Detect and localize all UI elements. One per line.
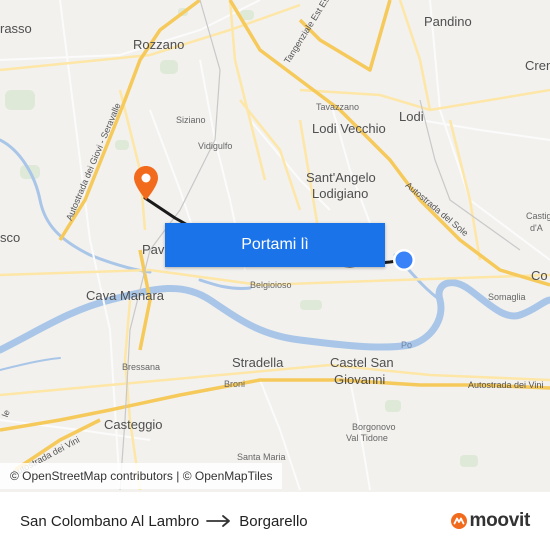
moovit-logo-icon: [450, 513, 467, 529]
map-label-somaglia: Somaglia: [488, 292, 526, 302]
map-label-cava-manara: Cava Manara: [86, 288, 165, 303]
map-label-tavazzano: Tavazzano: [316, 102, 360, 112]
map-label-santangelo-2: Lodigiano: [312, 186, 369, 201]
map-label-santangelo-1: Sant'Angelo: [306, 170, 376, 185]
map-view[interactable]: Pandino Crem Rozzano rasso Tangenziale E…: [0, 0, 550, 492]
route-footer: San Colombano Al Lambro Borgarello moovi…: [0, 492, 550, 550]
map-label-siziano: Siziano: [176, 115, 206, 125]
map-label-vidigulfo: Vidigulfo: [198, 141, 233, 151]
map-label-castel-san-giovanni-1: Castel San: [330, 355, 394, 370]
map-label-lodi: Lodi: [399, 109, 424, 124]
attribution-text[interactable]: © OpenStreetMap contributors | © OpenMap…: [10, 469, 272, 483]
map-label-bressana: Bressana: [122, 362, 161, 372]
map-label-lodi-vecchio: Lodi Vecchio: [312, 121, 386, 136]
map-label-castiglione-1: Castig: [526, 211, 550, 221]
map-label-casteggio: Casteggio: [104, 417, 163, 432]
moovit-logo: moovit: [450, 492, 530, 550]
map-attribution: © OpenStreetMap contributors | © OpenMap…: [0, 463, 283, 489]
origin-name: San Colombano Al Lambro: [20, 512, 200, 530]
map-label-santa-maria: Santa Maria: [237, 452, 286, 462]
map-label-rozzano: Rozzano: [133, 37, 185, 52]
take-me-there-button[interactable]: Portami lì: [165, 223, 385, 267]
map-label-belgioioso: Belgioioso: [250, 280, 292, 290]
map-label-castel-san-giovanni-2: Giovanni: [334, 372, 386, 387]
destination-pin-icon[interactable]: [134, 166, 158, 200]
map-label-borgonovo-1: Borgonovo: [352, 422, 396, 432]
arrow-right-icon: [206, 515, 231, 527]
map-label-autostrada-vini-right: Autostrada dei Vini: [468, 380, 544, 390]
map-label-pandino: Pandino: [424, 14, 472, 29]
map-label-sco: sco: [0, 230, 21, 245]
map-label-borgonovo-2: Val Tidone: [346, 433, 388, 443]
map-label-crema: Crem: [525, 58, 550, 73]
moovit-wordmark: moovit: [469, 510, 531, 531]
map-label-stradella: Stradella: [232, 355, 284, 370]
route-summary: San Colombano Al Lambro Borgarello: [20, 492, 308, 550]
destination-name: Borgarello: [239, 512, 308, 530]
map-label-codogno: Co: [531, 268, 548, 283]
map-label-abbiategrasso: rasso: [0, 21, 32, 36]
map-label-po-river: Po: [401, 340, 413, 350]
map-label-castiglione-2: d'A: [530, 223, 543, 233]
origin-dot-icon[interactable]: [393, 249, 415, 271]
map-label-broni: Broni: [224, 379, 246, 389]
